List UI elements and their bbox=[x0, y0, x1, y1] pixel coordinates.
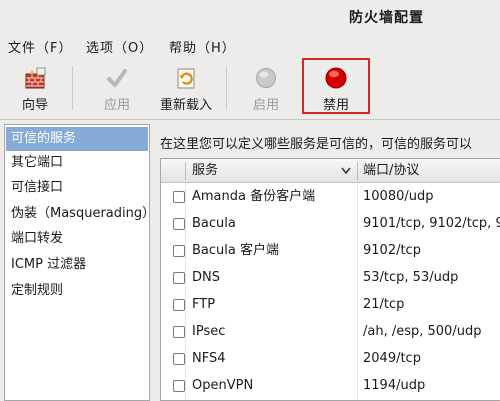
sidebar-item-icmp-filter[interactable]: ICMP 过滤器 bbox=[6, 253, 148, 277]
service-name: IPsec bbox=[192, 324, 226, 339]
window-title: 防火墙配置 bbox=[349, 10, 424, 26]
toolbar-separator bbox=[226, 66, 227, 110]
menu-bar: 文件（F） 选项（O） 帮助（H） bbox=[0, 32, 500, 58]
menu-options[interactable]: 选项（O） bbox=[86, 37, 153, 56]
reload-button[interactable]: 重新载入 bbox=[152, 58, 220, 116]
service-port: 2049/tcp bbox=[363, 351, 421, 366]
sort-chevron-down-icon[interactable] bbox=[341, 167, 351, 175]
wizard-button[interactable]: 向导 bbox=[4, 58, 66, 116]
service-name: OpenVPN bbox=[192, 378, 254, 393]
toolbar: 向导 应用 重新载入 启用 禁用 bbox=[0, 58, 500, 120]
header-separator bbox=[185, 162, 186, 180]
row-checkbox[interactable] bbox=[173, 326, 185, 338]
row-checkbox[interactable] bbox=[173, 218, 185, 230]
table-row[interactable]: FTP 21/tcp bbox=[161, 293, 500, 317]
table-row[interactable]: OpenVPN 1194/udp bbox=[161, 374, 500, 398]
apply-button[interactable]: 应用 bbox=[86, 58, 148, 116]
row-checkbox[interactable] bbox=[173, 299, 185, 311]
column-header-port[interactable]: 端口/协议 bbox=[363, 159, 419, 183]
row-checkbox[interactable] bbox=[173, 245, 185, 257]
table-row[interactable]: Bacula 客户端 9102/tcp bbox=[161, 239, 500, 263]
table-row[interactable]: DNS 53/tcp, 53/udp bbox=[161, 266, 500, 290]
service-name: DNS bbox=[192, 270, 220, 285]
menu-help[interactable]: 帮助（H） bbox=[169, 37, 236, 56]
row-checkbox[interactable] bbox=[173, 191, 185, 203]
service-port: /ah, /esp, 500/udp bbox=[363, 324, 482, 339]
sidebar-item-other-ports[interactable]: 其它端口 bbox=[6, 151, 148, 175]
firewall-wizard-icon bbox=[25, 67, 46, 89]
services-table: 服务 端口/协议 Amanda 备份客户端 10080/udp Bacula 9… bbox=[160, 158, 500, 401]
enable-button[interactable]: 启用 bbox=[236, 58, 296, 116]
enable-label: 启用 bbox=[252, 98, 279, 113]
checkmark-icon bbox=[107, 69, 127, 87]
description-text: 在这里您可以定义哪些服务是可信的，可信的服务可以 bbox=[160, 137, 473, 152]
table-row[interactable]: NFS4 2049/tcp bbox=[161, 347, 500, 371]
service-port: 1194/udp bbox=[363, 378, 426, 393]
sidebar-item-trusted-services[interactable]: 可信的服务 bbox=[6, 127, 148, 151]
service-port: 53/tcp, 53/udp bbox=[363, 270, 459, 285]
row-checkbox[interactable] bbox=[173, 353, 185, 365]
disable-highlight-box bbox=[302, 58, 370, 114]
row-checkbox[interactable] bbox=[173, 380, 185, 392]
header-separator bbox=[357, 162, 358, 180]
main-panel: 在这里您可以定义哪些服务是可信的，可信的服务可以 服务 端口/协议 Amanda… bbox=[156, 124, 500, 401]
service-name: NFS4 bbox=[192, 351, 226, 366]
sidebar: 可信的服务 其它端口 可信接口 伪装（Masquerading） 端口转发 IC… bbox=[4, 124, 155, 401]
table-row[interactable]: IPsec /ah, /esp, 500/udp bbox=[161, 320, 500, 344]
table-row[interactable]: Bacula 9101/tcp, 9102/tcp, 9 bbox=[161, 212, 500, 236]
column-header-service[interactable]: 服务 bbox=[192, 159, 218, 183]
reload-label: 重新载入 bbox=[159, 98, 212, 113]
service-name: Bacula bbox=[192, 216, 236, 231]
reload-icon bbox=[177, 68, 195, 89]
sidebar-item-masquerading[interactable]: 伪装（Masquerading） bbox=[6, 202, 155, 226]
service-port: 21/tcp bbox=[363, 297, 405, 312]
sidebar-item-trusted-interfaces[interactable]: 可信接口 bbox=[6, 176, 148, 200]
table-header: 服务 端口/协议 bbox=[161, 159, 500, 183]
enable-circle-icon bbox=[256, 68, 276, 88]
toolbar-separator bbox=[72, 66, 73, 110]
wizard-label: 向导 bbox=[21, 98, 48, 113]
row-checkbox[interactable] bbox=[173, 272, 185, 284]
service-port: 9101/tcp, 9102/tcp, 9 bbox=[363, 216, 500, 231]
sidebar-item-port-forwarding[interactable]: 端口转发 bbox=[6, 227, 148, 251]
apply-label: 应用 bbox=[103, 98, 130, 113]
service-name: Bacula 客户端 bbox=[192, 243, 279, 258]
service-port: 9102/tcp bbox=[363, 243, 421, 258]
service-name: Amanda 备份客户端 bbox=[192, 189, 316, 204]
sidebar-item-custom-rules[interactable]: 定制规则 bbox=[6, 279, 148, 303]
menu-file[interactable]: 文件（F） bbox=[8, 37, 72, 56]
table-row[interactable]: Amanda 备份客户端 10080/udp bbox=[161, 185, 500, 209]
service-name: FTP bbox=[192, 297, 216, 312]
service-port: 10080/udp bbox=[363, 189, 434, 204]
title-bar: 防火墙配置 bbox=[0, 0, 500, 32]
